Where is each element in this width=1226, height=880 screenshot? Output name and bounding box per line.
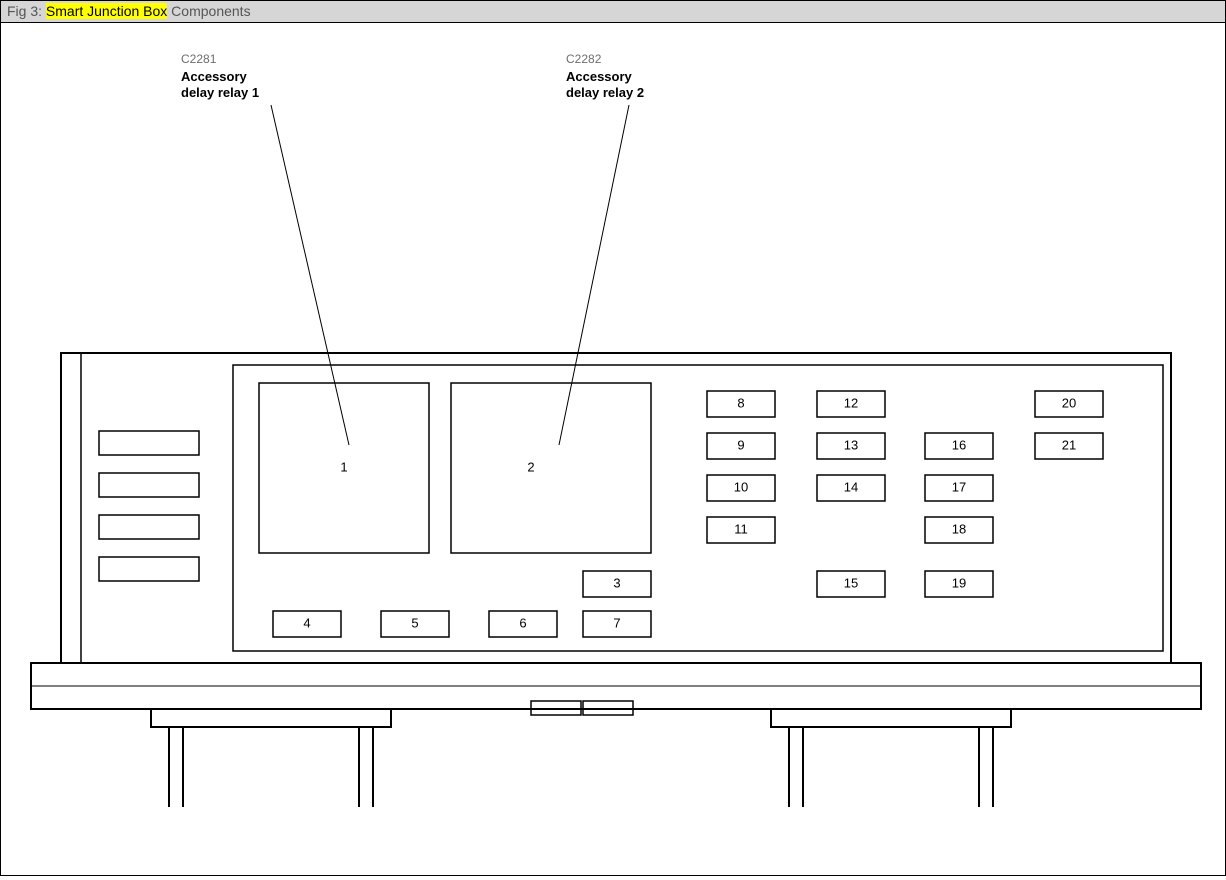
blank-slot-d <box>99 557 199 581</box>
svg-text:14: 14 <box>844 479 858 494</box>
svg-text:7: 7 <box>613 615 620 630</box>
relay1-line1: Accessory <box>181 69 248 84</box>
svg-text:9: 9 <box>737 437 744 452</box>
title-suffix: Components <box>167 3 250 19</box>
svg-text:11: 11 <box>734 521 748 536</box>
figure-title-bar: Fig 3: Smart Junction Box Components <box>1 1 1225 23</box>
svg-text:17: 17 <box>952 479 966 494</box>
relay1-number: 1 <box>340 459 347 474</box>
svg-text:12: 12 <box>844 395 858 410</box>
callout-relay-1: C2281 Accessory delay relay 1 <box>181 52 259 100</box>
svg-text:16: 16 <box>952 437 966 452</box>
svg-text:20: 20 <box>1062 395 1076 410</box>
relay2-number: 2 <box>527 459 534 474</box>
relay2-line1: Accessory <box>566 69 633 84</box>
svg-text:13: 13 <box>844 437 858 452</box>
svg-text:6: 6 <box>519 615 526 630</box>
relay-box-2 <box>451 383 651 553</box>
title-highlight: Smart Junction Box <box>46 3 167 19</box>
svg-text:4: 4 <box>303 615 310 630</box>
relay1-line2: delay relay 1 <box>181 85 259 100</box>
leader-line-2 <box>559 105 629 445</box>
leg-left <box>151 709 391 807</box>
relay2-line2: delay relay 2 <box>566 85 644 100</box>
leg-right <box>771 709 1011 807</box>
svg-text:10: 10 <box>734 479 748 494</box>
relay2-code: C2282 <box>566 52 602 66</box>
svg-text:3: 3 <box>613 575 620 590</box>
svg-text:8: 8 <box>737 395 744 410</box>
diagram-page: Fig 3: Smart Junction Box Components C22… <box>0 0 1226 876</box>
svg-text:21: 21 <box>1062 437 1076 452</box>
diagram-area: C2281 Accessory delay relay 1 C2282 Acce… <box>1 23 1225 875</box>
title-prefix: Fig 3: <box>7 3 46 19</box>
blank-slot-c <box>99 515 199 539</box>
relay1-code: C2281 <box>181 52 217 66</box>
junction-box-svg: C2281 Accessory delay relay 1 C2282 Acce… <box>1 23 1225 875</box>
leader-line-1 <box>271 105 349 445</box>
blank-slot-b <box>99 473 199 497</box>
svg-text:5: 5 <box>411 615 418 630</box>
blank-slot-a <box>99 431 199 455</box>
svg-text:15: 15 <box>844 575 858 590</box>
callout-relay-2: C2282 Accessory delay relay 2 <box>566 52 644 100</box>
svg-text:18: 18 <box>952 521 966 536</box>
svg-text:19: 19 <box>952 575 966 590</box>
box-inner-frame <box>233 365 1163 651</box>
